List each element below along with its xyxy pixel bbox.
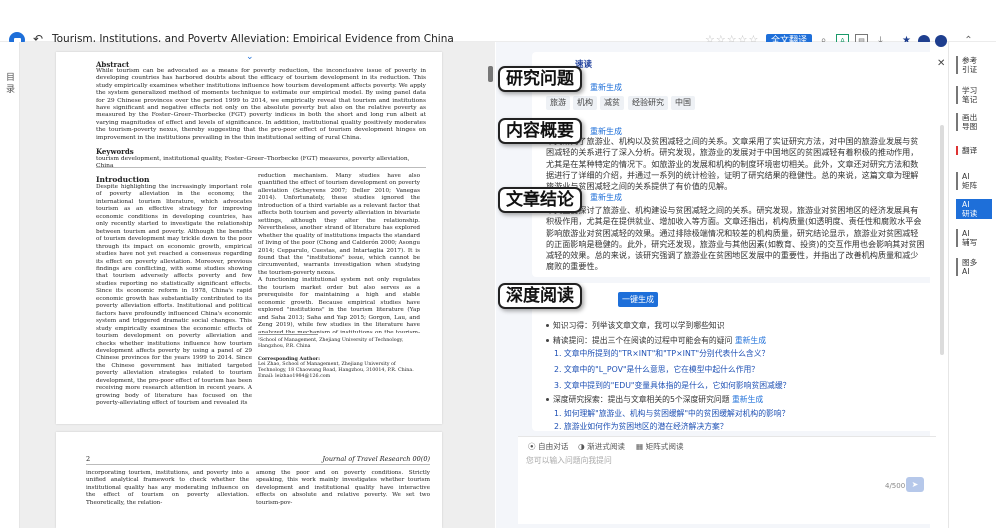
- keywords-heading: Keywords: [96, 147, 134, 156]
- introduction-heading: Introduction: [96, 175, 150, 184]
- research-question-overlay-title: 研究问题: [498, 66, 582, 92]
- sidebar-item-references[interactable]: 参考 引证: [956, 56, 992, 74]
- question-link[interactable]: 1. 文章中所提到的"TR×INT"和"TP×INT"分别代表什么含义？: [554, 348, 769, 359]
- question-link[interactable]: 1. 如何理解"旅游业、机构与贫困缓解"中的贫困缓解对机构的影响？: [554, 408, 789, 419]
- sidebar-item-translate[interactable]: 翻译: [956, 146, 992, 155]
- body-column-right: reduction mechanism. Many studies have a…: [258, 173, 420, 333]
- sidebar-item-ai-study[interactable]: AI 研读: [956, 199, 992, 219]
- keyword-tag[interactable]: 机构: [573, 96, 597, 110]
- question-link[interactable]: 2. 旅游业如何作为贫困地区的潜在经济解决方案？: [554, 421, 728, 432]
- send-icon[interactable]: ➤: [906, 477, 924, 492]
- conclusion-overlay-title: 文章结论: [498, 187, 582, 213]
- sidebar-item-notes[interactable]: 学习 笔记: [956, 86, 992, 104]
- panel-scrollbar[interactable]: [940, 125, 944, 355]
- chevron-down-icon[interactable]: ⌄: [246, 53, 254, 62]
- left-sidebar: 目录: [0, 42, 20, 528]
- more-icon[interactable]: [935, 35, 947, 47]
- keyword-tag[interactable]: 旅游: [546, 96, 570, 110]
- page-number: 2: [86, 455, 91, 463]
- deep-reading-overlay-title: 深度阅读: [498, 283, 582, 309]
- app-window: ↶ Tourism, Institutions, and Poverty All…: [0, 0, 996, 528]
- deep-read-item: 知识习得：列举该文章文章，我可以学到哪些知识: [546, 320, 725, 331]
- tab-matrix-reading[interactable]: ▦ 矩阵式阅读: [636, 441, 684, 452]
- content-summary-overlay-title: 内容概要: [498, 118, 582, 144]
- keyword-tag[interactable]: 经验研究: [628, 96, 668, 110]
- one-click-generate-button[interactable]: 一键生成: [618, 292, 658, 307]
- sidebar-item-ai-matrix[interactable]: AI 矩阵: [956, 172, 992, 190]
- keyword-tag[interactable]: 减贫: [600, 96, 624, 110]
- tab-free-chat[interactable]: ⦿ 自由对话: [528, 441, 568, 452]
- journal-header: Journal of Travel Research 00(0): [322, 455, 430, 463]
- footnote-corresponding-text: Lei Zhao, School of Management, Zhejiang…: [258, 362, 414, 379]
- body-column-left: Despite highlighting the increasingly im…: [96, 184, 252, 407]
- page2-column-left: incorporating tourism, institutions, and…: [86, 470, 249, 506]
- sidebar-item-image-ai[interactable]: 图多 AI: [956, 258, 992, 276]
- abstract-text: While tourism can be advocated as a mean…: [96, 68, 426, 141]
- deep-read-item: 深度研究探索：提出与文章相关的5个深度研究问题 重新生成: [546, 394, 763, 405]
- footnote-divider: [258, 334, 318, 335]
- close-icon[interactable]: ✕: [937, 58, 945, 69]
- deep-read-item: 精读提问：提出三个在阅读的过程中可能会有的疑问 重新生成: [546, 335, 766, 346]
- keywords-text: tourism development, institutional quali…: [96, 156, 410, 169]
- chat-input[interactable]: [526, 455, 918, 477]
- tab-progressive-reading[interactable]: ◑ 渐进式阅读: [578, 441, 625, 452]
- keyword-tag[interactable]: 中国: [671, 96, 695, 110]
- footnote-affiliation: ¹School of Management, Zhejiang Universi…: [258, 338, 404, 349]
- toc-tab[interactable]: 目录: [6, 72, 16, 96]
- regenerate-link[interactable]: 重新生成: [590, 192, 622, 203]
- conclusion-text: 本文主要探讨了旅游业、机构建设与贫困减轻之间的关系。研究发现，旅游业对贫困地区的…: [546, 205, 925, 272]
- question-link[interactable]: 3. 文章中提到的"EDU"变量具体指的是什么，它如何影响贫困减缓？: [554, 380, 790, 391]
- char-count: 4/500: [885, 482, 906, 490]
- page2-column-right: among the poor and on poverty conditions…: [256, 470, 430, 506]
- divider: [96, 167, 426, 168]
- question-link[interactable]: 2. 文章中的"L_POV"是什么意思，它在模型中起什么作用？: [554, 364, 759, 375]
- regenerate-link[interactable]: 重新生成: [590, 82, 622, 93]
- content-summary-text: 本文研究了旅游业、机构以及贫困减轻之间的关系。文章采用了实证研究方法，对中国的旅…: [546, 136, 919, 192]
- divider: [86, 464, 430, 465]
- sidebar-item-ai-write[interactable]: AI 辅写: [956, 229, 992, 247]
- pdf-scrollbar[interactable]: [488, 66, 493, 82]
- sidebar-item-mindmap[interactable]: 画出 导图: [956, 113, 992, 131]
